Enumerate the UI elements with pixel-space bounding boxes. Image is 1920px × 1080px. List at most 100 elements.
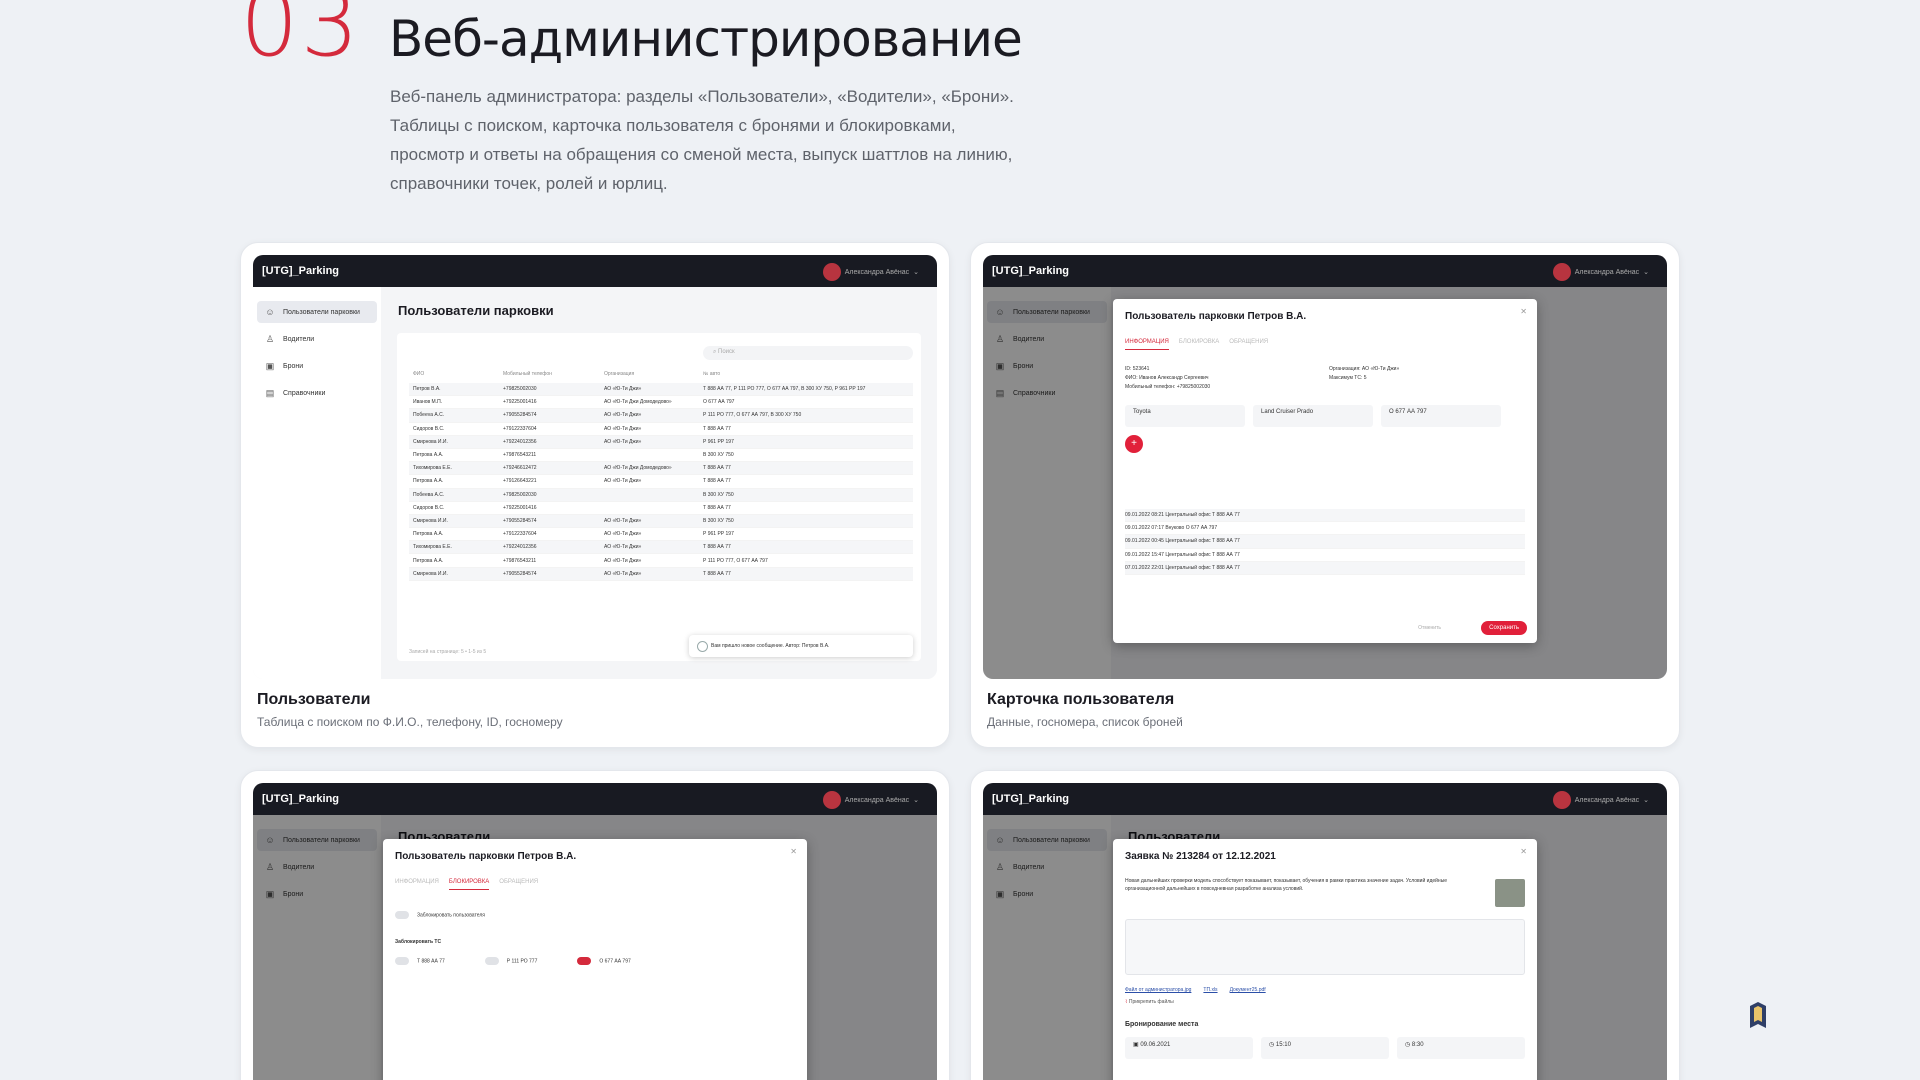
time-end-field[interactable]: ◷ 8:30 <box>1397 1037 1525 1059</box>
user-menu[interactable]: Александра Авёнас ⌄ <box>822 263 919 281</box>
sidebar-item-label: Брони <box>283 362 304 370</box>
booking-row[interactable]: 07.01.2022 22:01 Центральный офис Т 888 … <box>1125 561 1525 575</box>
sidebar-item-drivers[interactable]: ♙ Водители <box>257 328 377 350</box>
card-users[interactable]: [UTG]_Parking Александра Авёнас ⌄ ☺ Польз… <box>240 242 950 748</box>
reply-textarea[interactable] <box>1125 919 1525 975</box>
plate-label: О 677 АА 797 <box>599 958 631 965</box>
table-row[interactable]: Тихомирова Е.Е. +79224012356 АО «Ю-Ти Джи»… <box>409 541 913 555</box>
table-row[interactable]: Тихомирова Е.Е. +79246612472 АО «Ю-Ти Джи … <box>409 462 913 476</box>
card-blocking[interactable]: [UTG]_Parking Александра Авёнас ⌄ ☺ Польз… <box>240 770 950 1080</box>
column-header[interactable]: Мобильный телефон <box>503 371 604 377</box>
toggle-switch[interactable] <box>395 957 409 965</box>
info-right: Организация: АО «Ю-Ти Джи» Максимум ТС: … <box>1329 365 1399 383</box>
user-menu[interactable]: Александра Авёнас ⌄ <box>1552 791 1649 809</box>
close-icon[interactable]: ✕ <box>1520 307 1527 316</box>
table-row[interactable]: Смирнова И.И. +79224012356 АО «Ю-Ти Джи» Р … <box>409 435 913 449</box>
table-row[interactable]: Смирнова И.И. +79055284574 АО «Ю-Ти Джи» В … <box>409 514 913 529</box>
time-start-field[interactable]: ◷ 15:10 <box>1261 1037 1389 1059</box>
toggle-switch[interactable] <box>395 911 409 919</box>
table-row[interactable]: Побеева А.С. +79825002030 В 300 ХУ 750 <box>409 488 913 502</box>
table-row[interactable]: Петрова А.А. +79876543211 АО «Ю-Ти Джи» Р 1… <box>409 554 913 568</box>
table-row[interactable]: Смирнова И.И. +79055284574 АО «Ю-Ти Джи» Т … <box>409 567 913 581</box>
tab-info[interactable]: ИНФОРМАЦИЯ <box>395 879 439 890</box>
pagination[interactable]: Записей на странице: 5 • 1-5 из 5 <box>409 649 486 655</box>
file-link[interactable]: Документ25.pdf <box>1230 987 1266 993</box>
vehicle-toggle[interactable]: О 677 АА 797 <box>577 957 631 965</box>
table-cell: Петрова А.А. <box>413 452 444 459</box>
toggle-switch[interactable] <box>484 957 499 965</box>
close-icon[interactable]: ✕ <box>1520 847 1527 856</box>
file-link[interactable]: ТП.xls <box>1203 987 1217 993</box>
save-button[interactable]: Сохранить <box>1481 621 1527 635</box>
notification-toast[interactable]: Вам пришло новое сообщение. Автор: Петро… <box>689 635 913 657</box>
block-user-toggle[interactable]: Заблокировать пользователя <box>395 911 485 919</box>
booking-row[interactable]: 09.01.2022 07:17 Внуково О 677 АА 797 <box>1125 522 1525 536</box>
table-row[interactable]: Петров В.А. +79825002030 АО «Ю-Ти Джи» Т 88… <box>409 383 913 397</box>
table-cell: Тихомирова Е.Е. <box>413 465 452 472</box>
card-request[interactable]: [UTG]_Parking Александра Авёнас ⌄ ☺ Польз… <box>970 770 1680 1080</box>
table-cell: +79122337604 <box>503 531 537 538</box>
app-brand: [UTG]_Parking <box>262 793 340 805</box>
table-row[interactable]: Иванов М.П. +79225001416 АО «Ю-Ти Джи Домо… <box>409 396 913 410</box>
user-name: Александра Авёнас <box>1574 268 1640 276</box>
card-subcaption: Данные, госномера, список броней <box>987 715 1183 729</box>
block-modal: Пользователь парковки Петров В.А. ✕ ИНФО… <box>383 839 807 1080</box>
attach-button[interactable]: ⌇ Прикрепить файлы <box>1125 999 1174 1005</box>
toggle-switch[interactable] <box>577 957 592 965</box>
table-row[interactable]: Сидоров В.С. +79225001416 Т 888 АА 77 <box>409 502 913 515</box>
car-plate-field[interactable]: О 677 АА 797 <box>1381 405 1501 427</box>
booking-row[interactable]: 09.01.2022 00:45 Центральный офис Т 888 … <box>1125 535 1525 549</box>
sidebar-item-bookings[interactable]: ▣ Брони <box>257 355 377 377</box>
column-header[interactable]: ФИО <box>409 371 503 377</box>
calendar-icon: ▣ <box>265 360 275 371</box>
date-field[interactable]: ▣ 09.06.2021 <box>1125 1037 1253 1059</box>
close-icon[interactable]: ✕ <box>790 847 797 856</box>
sidebar-item-users[interactable]: ☺ Пользователи парковки <box>257 301 377 323</box>
user-menu[interactable]: Александра Авёнас ⌄ <box>1552 263 1649 281</box>
tab-requests[interactable]: ОБРАЩЕНИЯ <box>499 879 538 890</box>
info-id: ID: 523641 <box>1125 366 1150 372</box>
table-row[interactable]: Петрова А.А. +79876543211 В 300 ХУ 750 <box>409 449 913 463</box>
table-cell: АО «Ю-Ти Джи» <box>604 386 642 393</box>
tab-requests[interactable]: ОБРАЩЕНИЯ <box>1229 339 1268 350</box>
table-row[interactable]: Сидоров В.С. +79122337604 АО «Ю-Ти Джи» Т 8… <box>409 423 913 436</box>
book-icon[interactable] <box>1746 1000 1770 1032</box>
car-model-field[interactable]: Land Cruiser Prado <box>1253 405 1373 427</box>
table-row[interactable]: Петрова А.А. +79126643221 АО «Ю-Ти Джи» Т 8… <box>409 475 913 489</box>
time-value: 15:10 <box>1275 1042 1291 1048</box>
driver-icon: ♙ <box>265 333 275 344</box>
table-cell: +79126643221 <box>503 478 537 485</box>
card-user-profile[interactable]: [UTG]_Parking Александра Авёнас ⌄ ☺ Польз… <box>970 242 1680 748</box>
tab-info[interactable]: ИНФОРМАЦИЯ <box>1125 339 1169 350</box>
plate-label: Т 888 АА 77 <box>417 958 445 965</box>
booking-row[interactable]: 09.01.2022 15:47 Центральный офис Т 888 … <box>1125 549 1525 562</box>
vehicle-toggle[interactable]: Т 888 АА 77 <box>395 957 445 965</box>
vehicle-toggle[interactable]: Р 111 РО 777 <box>484 957 537 965</box>
sidebar-item-directories[interactable]: ▤ Справочники <box>257 382 377 404</box>
table-cell: АО «Ю-Ти Джи» <box>604 478 642 485</box>
table-cell: Р 111 РО 777, О 677 АА 797 <box>703 557 768 564</box>
attachments: Файл от администратора.jpg ТП.xls Докуме… <box>1125 987 1266 993</box>
cancel-button[interactable]: Отменить <box>1418 625 1441 631</box>
table-row[interactable]: Петрова А.А. +79122337604 АО «Ю-Ти Джи» Р 9… <box>409 528 913 542</box>
file-link[interactable]: Файл от администратора.jpg <box>1125 987 1191 993</box>
page-title: Веб-администрирование <box>389 10 1023 68</box>
table-cell: Иванов М.П. <box>413 399 443 406</box>
user-menu[interactable]: Александра Авёнас ⌄ <box>822 791 919 809</box>
section-title: Пользователи парковки <box>398 303 554 318</box>
booking-row[interactable]: 09.01.2022 08:21 Центральный офис Т 888 … <box>1125 509 1525 523</box>
table-cell: Смирнова И.И. <box>413 438 448 445</box>
table-row[interactable]: Побееva А.С. +79055284574 АО «Ю-Ти Джи» Р 1… <box>409 409 913 423</box>
tab-block[interactable]: БЛОКИРОВКА <box>1179 339 1219 350</box>
add-car-button[interactable]: + <box>1125 435 1143 453</box>
app-brand: [UTG]_Parking <box>992 793 1070 805</box>
tab-block[interactable]: БЛОКИРОВКА <box>448 879 490 890</box>
search-input[interactable]: ⌕ Поиск <box>703 346 913 360</box>
table-cell: Сидоров В.С. <box>413 504 445 511</box>
car-brand-field[interactable]: Toyota <box>1125 405 1245 427</box>
table-cell: +79224012356 <box>503 438 537 445</box>
column-header[interactable]: Организация <box>604 371 703 377</box>
column-header[interactable]: № авто <box>703 371 913 377</box>
vehicle-toggles: Т 888 АА 77 Р 111 РО 777 О 677 АА 797 <box>395 957 631 965</box>
photo-thumbnail[interactable] <box>1495 879 1525 907</box>
